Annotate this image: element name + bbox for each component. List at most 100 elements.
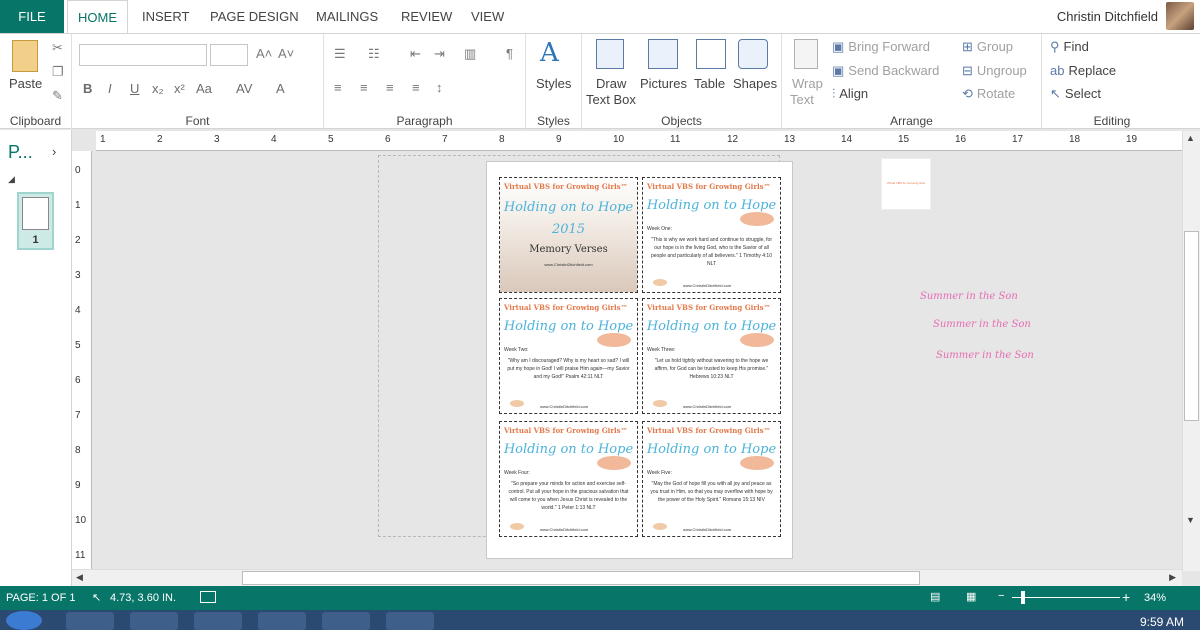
card-week-1[interactable]: Virtual VBS for Growing Girls™ Holding o… (642, 177, 781, 293)
draw-text-box-label-1[interactable]: Draw (596, 76, 626, 91)
wrap-text-label-2[interactable]: Text (790, 92, 814, 107)
superscript-button[interactable]: x² (174, 81, 185, 96)
scroll-down-icon[interactable]: ▼ (1186, 515, 1195, 525)
scroll-right-icon[interactable]: ▶ (1169, 572, 1176, 583)
group-label[interactable]: Group (977, 39, 1013, 54)
horizontal-scroll-thumb[interactable] (242, 571, 920, 585)
page-thumbnail[interactable]: 1 (17, 192, 54, 250)
zoom-slider-thumb[interactable] (1021, 591, 1025, 604)
scratch-text-summer-2[interactable]: Summer in the Son (933, 319, 1031, 330)
copy-icon[interactable]: ❐ (52, 64, 64, 80)
font-color-button[interactable]: A (276, 81, 285, 96)
numbering-icon[interactable]: ☷ (368, 46, 380, 62)
paste-button[interactable]: Paste (9, 76, 42, 91)
scratch-image[interactable]: Virtual VBS for Growing Girls (881, 158, 931, 210)
shapes-icon[interactable] (738, 39, 768, 69)
zoom-level[interactable]: 34% (1144, 592, 1166, 604)
table-button[interactable]: Table (694, 76, 725, 91)
table-icon[interactable] (696, 39, 726, 69)
page-indicator[interactable]: PAGE: 1 OF 1 (6, 592, 76, 604)
align-label[interactable]: Align (839, 86, 868, 101)
start-button-icon[interactable] (6, 611, 42, 630)
shrink-font-button[interactable]: A˅ (278, 46, 294, 61)
columns-icon[interactable]: ▥ (464, 46, 476, 62)
styles-button[interactable]: Styles (536, 76, 571, 91)
wrap-text-label-1[interactable]: Wrap (792, 76, 823, 91)
tab-insert[interactable]: INSERT (142, 0, 189, 33)
two-page-view-icon[interactable]: ▦ (966, 590, 976, 603)
scroll-up-icon[interactable]: ▲ (1186, 133, 1195, 143)
taskbar-publisher-icon[interactable] (194, 612, 242, 630)
horizontal-scrollbar[interactable]: ◀ ▶ (72, 569, 1182, 586)
scratch-text-summer-3[interactable]: Summer in the Son (936, 350, 1034, 361)
subscript-button[interactable]: x₂ (152, 81, 164, 96)
increase-indent-icon[interactable]: ⇥ (434, 46, 445, 62)
bullets-icon[interactable]: ☰ (334, 46, 346, 62)
rotate-label[interactable]: Rotate (977, 86, 1015, 101)
tab-page-design[interactable]: PAGE DESIGN (210, 0, 299, 33)
taskbar-word-icon[interactable] (130, 612, 178, 630)
underline-button[interactable]: U (130, 81, 139, 96)
single-page-view-icon[interactable]: ▤ (930, 590, 940, 603)
vertical-scroll-thumb[interactable] (1184, 231, 1199, 421)
card-week-4[interactable]: Virtual VBS for Growing Girls™ Holding o… (499, 421, 638, 537)
card-cover[interactable]: Virtual VBS for Growing Girls™ Holding o… (499, 177, 638, 293)
pictures-icon[interactable] (648, 39, 678, 69)
pictures-button[interactable]: Pictures (640, 76, 687, 91)
bring-forward-label[interactable]: Bring Forward (848, 39, 930, 54)
card-week-2[interactable]: Virtual VBS for Growing Girls™ Holding o… (499, 298, 638, 414)
find-label[interactable]: Find (1064, 39, 1089, 54)
show-paragraph-marks-button[interactable]: ¶ (506, 46, 513, 61)
card-week-5[interactable]: Virtual VBS for Growing Girls™ Holding o… (642, 421, 781, 537)
user-name[interactable]: Christin Ditchfield (1057, 9, 1158, 24)
font-size-combo[interactable] (210, 44, 248, 66)
format-painter-icon[interactable]: ✎ (52, 88, 63, 104)
align-center-icon[interactable]: ≡ (360, 80, 368, 95)
taskbar-clock[interactable]: 9:59 AM (1140, 615, 1184, 629)
publication-page[interactable]: Virtual VBS for Growing Girls™ Holding o… (486, 161, 793, 559)
paste-icon[interactable] (12, 40, 38, 72)
character-spacing-button[interactable]: AV (236, 81, 252, 96)
scratch-text-summer-1[interactable]: Summer in the Son (920, 291, 1018, 302)
zoom-out-button[interactable]: − (998, 590, 1004, 602)
font-name-combo[interactable] (79, 44, 207, 66)
line-spacing-icon[interactable]: ↕ (436, 80, 443, 95)
grow-font-button[interactable]: A˄ (256, 46, 272, 61)
align-left-icon[interactable]: ≡ (334, 80, 342, 95)
tab-file[interactable]: FILE (0, 0, 64, 33)
chevron-right-icon[interactable]: › (52, 144, 56, 159)
styles-icon[interactable]: A (540, 38, 559, 68)
avatar[interactable] (1166, 2, 1194, 30)
draw-text-box-icon[interactable] (596, 39, 624, 69)
zoom-in-button[interactable]: + (1122, 589, 1130, 605)
italic-button[interactable]: I (108, 81, 112, 96)
collapse-triangle-icon[interactable]: ◢ (8, 174, 15, 185)
vertical-scrollbar[interactable]: ▲ ▼ (1182, 131, 1200, 571)
wrap-text-icon[interactable] (794, 39, 818, 69)
decrease-indent-icon[interactable]: ⇤ (410, 46, 421, 62)
draw-text-box-label-2[interactable]: Text Box (586, 92, 636, 107)
change-case-button[interactable]: Aa (196, 81, 212, 96)
taskbar-app-icon-2[interactable] (322, 612, 370, 630)
ungroup-label[interactable]: Ungroup (977, 63, 1027, 78)
replace-label[interactable]: Replace (1068, 63, 1116, 78)
taskbar-chrome-icon[interactable] (66, 612, 114, 630)
tab-mailings[interactable]: MAILINGS (316, 0, 378, 33)
taskbar-app-icon-3[interactable] (386, 612, 434, 630)
zoom-slider[interactable] (1012, 597, 1120, 598)
taskbar-app-icon[interactable] (258, 612, 306, 630)
sun-hat-icon (740, 333, 774, 347)
justify-icon[interactable]: ≡ (412, 80, 420, 95)
tab-view[interactable]: VIEW (471, 0, 504, 33)
select-label[interactable]: Select (1065, 86, 1101, 101)
scroll-left-icon[interactable]: ◀ (76, 572, 83, 583)
shapes-button[interactable]: Shapes (733, 76, 777, 91)
tab-home[interactable]: HOME (67, 0, 128, 34)
bold-button[interactable]: B (83, 81, 92, 96)
card-week-3[interactable]: Virtual VBS for Growing Girls™ Holding o… (642, 298, 781, 414)
cut-icon[interactable]: ✂ (52, 40, 63, 56)
align-right-icon[interactable]: ≡ (386, 80, 394, 95)
macro-icon[interactable] (200, 591, 216, 603)
send-backward-label[interactable]: Send Backward (848, 63, 939, 78)
tab-review[interactable]: REVIEW (401, 0, 452, 33)
